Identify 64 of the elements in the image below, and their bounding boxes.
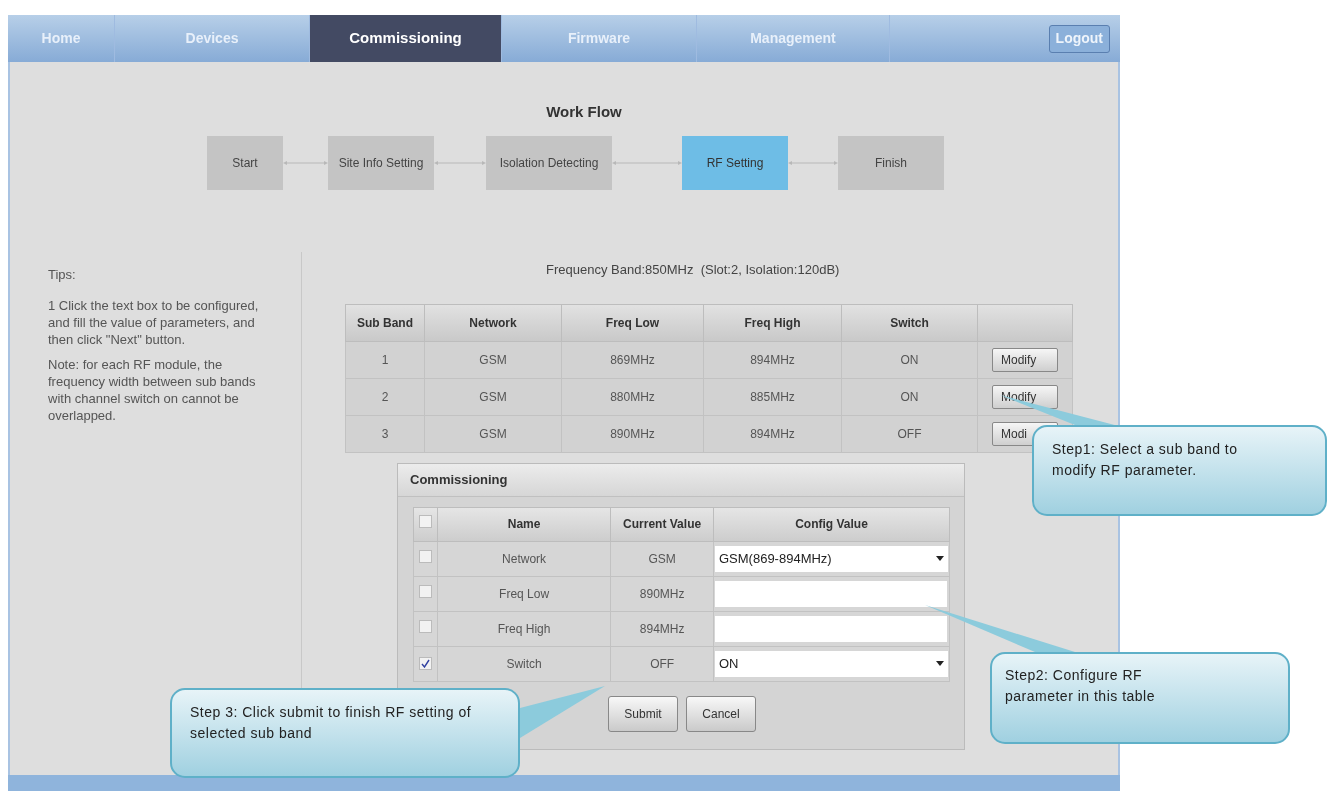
column-header: Freq Low: [561, 304, 704, 341]
checkbox[interactable]: [418, 656, 432, 670]
column-header: Current Value: [610, 507, 714, 541]
workflow-step[interactable]: Start: [207, 136, 283, 190]
table-cell: 880MHz: [561, 378, 704, 415]
dropdown[interactable]: GSM(869-894MHz): [715, 545, 948, 572]
frequency-band-info: Frequency Band:850MHz (Slot:2, Isolation:120dB): [546, 262, 840, 277]
table-cell: ON: [841, 341, 978, 378]
workflow-step[interactable]: Site Info Setting: [328, 136, 434, 190]
tip-text: 1 Click the text box to be configured, and fill the value of parameters, and then click "Next" button.: [48, 297, 260, 348]
table-cell: OFF: [610, 646, 714, 681]
table-cell: 894MHz: [703, 341, 842, 378]
column-header: Config Value: [713, 507, 950, 541]
table-cell: ON: [841, 378, 978, 415]
caret-icon: [936, 661, 944, 666]
table-cell: GSM: [424, 341, 562, 378]
table-cell: GSM: [424, 378, 562, 415]
table-cell: 894MHz: [610, 611, 714, 646]
table-cell: Switch: [437, 646, 611, 681]
table-cell: 2: [345, 378, 425, 415]
column-header: Sub Band: [345, 304, 425, 341]
workflow-step[interactable]: Finish: [838, 136, 944, 190]
table-cell: 890MHz: [561, 415, 704, 452]
workflow-step[interactable]: Isolation Detecting: [486, 136, 612, 190]
cancel-button[interactable]: Cancel: [686, 695, 756, 732]
tips-title: Tips:: [48, 266, 77, 283]
panel-title: Commissioning: [410, 470, 508, 489]
table-cell: 890MHz: [610, 576, 714, 611]
checkbox[interactable]: [418, 584, 432, 598]
connector-arrow: [434, 158, 486, 168]
table-cell: 1: [345, 341, 425, 378]
table-cell: Network: [437, 541, 611, 576]
submit-button[interactable]: Submit: [608, 695, 678, 732]
table-cell: Freq High: [437, 611, 611, 646]
checkbox[interactable]: [418, 619, 432, 633]
checkbox[interactable]: [418, 515, 432, 528]
table-cell: OFF: [841, 415, 978, 452]
connector-arrow: [283, 158, 328, 168]
tip-text: Note: for each RF module, the frequency width between sub bands with channel switch on cannot be overlapped.: [48, 356, 257, 424]
input-field[interactable]: [715, 580, 947, 607]
table-cell: Freq Low: [437, 576, 611, 611]
column-header: Network: [424, 304, 562, 341]
table-cell: 894MHz: [703, 415, 842, 452]
dropdown[interactable]: ON: [715, 650, 948, 677]
table-cell: 885MHz: [703, 378, 842, 415]
checkbox[interactable]: [418, 549, 432, 563]
connector-arrow: [788, 158, 838, 168]
table-cell: 3: [345, 415, 425, 452]
table-cell: GSM: [610, 541, 714, 576]
callout-text: Step 3: Click submit to finish RF setting of selected sub band: [190, 703, 473, 743]
nav-tab[interactable]: Commissioning: [310, 15, 502, 62]
column-header: Switch: [841, 304, 978, 341]
workflow-step[interactable]: RF Setting: [682, 136, 788, 190]
caret-icon: [936, 556, 944, 561]
column-header: Freq High: [703, 304, 842, 341]
modify-button[interactable]: Modify: [992, 347, 1058, 372]
modify-button[interactable]: Modify: [992, 384, 1058, 409]
workflow-title: Work Flow: [546, 103, 622, 120]
input-field[interactable]: [715, 615, 947, 642]
table-cell: 869MHz: [561, 341, 704, 378]
connector-arrow: [612, 158, 682, 168]
callout-text: Step2: Configure RF parameter in this table: [1005, 666, 1157, 706]
table-cell: GSM: [424, 415, 562, 452]
column-header: Name: [437, 507, 611, 541]
